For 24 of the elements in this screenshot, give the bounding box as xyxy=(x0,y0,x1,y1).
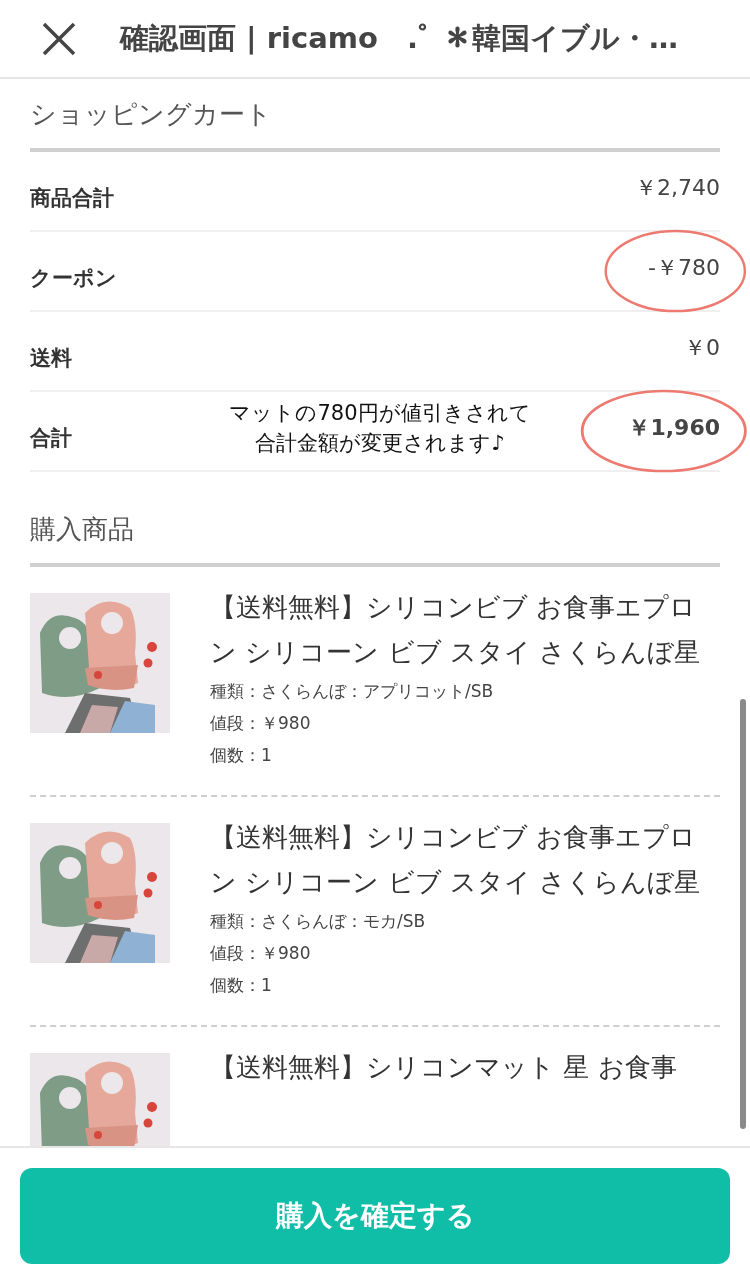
annotation-text: マットの780円が値引きされて xyxy=(228,400,532,427)
product-detail: 値段：￥980 xyxy=(210,712,312,735)
summary-label: 送料 xyxy=(30,345,72,372)
product-detail: 種類：さくらんぼ：モカ/SB xyxy=(210,910,427,933)
summary-value: -￥780 xyxy=(648,254,720,282)
product-detail: 値段：￥980 xyxy=(210,942,312,965)
summary-value: ￥2,740 xyxy=(635,174,720,202)
close-icon[interactable] xyxy=(42,21,76,56)
product-detail: 個数：1 xyxy=(210,974,273,997)
summary-label: 商品合計 xyxy=(30,185,114,212)
annotation-text: 合計金額が変更されます♪ xyxy=(254,430,506,457)
product-title: 【送料無料】シリコンマット 星 お食事 xyxy=(210,1051,678,1084)
confirm-purchase-button[interactable]: 購入を確定する xyxy=(20,1168,730,1264)
product-title: 【送料無料】シリコンビブ お食事エプロン シリコーン ビブ スタイ さくらんぼ星 xyxy=(210,591,702,669)
summary-value: ￥0 xyxy=(684,334,720,362)
section-heading: ショッピングカート xyxy=(30,79,720,152)
section-heading: 購入商品 xyxy=(30,494,720,567)
summary-label: 合計 xyxy=(30,425,72,452)
summary-label: クーポン xyxy=(30,265,117,292)
page-title: 確認画面 | ricamo .ﾟ ＊韓国イブル・… xyxy=(120,19,679,57)
product-detail: 種類：さくらんぼ：アプリコット/SB xyxy=(210,680,495,703)
product-title: 【送料無料】シリコンビブ お食事エプロン シリコーン ビブ スタイ さくらんぼ星 xyxy=(210,821,702,899)
product-detail: 個数：1 xyxy=(210,744,273,767)
summary-value: ￥1,960 xyxy=(628,414,720,442)
